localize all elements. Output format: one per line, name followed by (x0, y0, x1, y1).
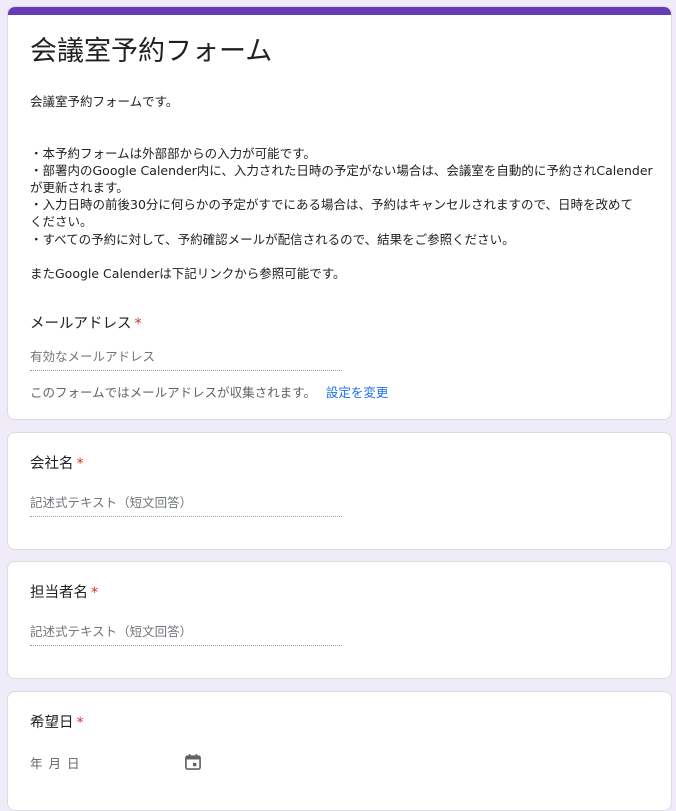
date-label-text: 希望日 (30, 715, 74, 731)
description-line: が更新されます。 (30, 179, 129, 195)
description-intro: 会議室予約フォームです。 (30, 94, 179, 109)
required-mark: * (134, 316, 142, 332)
company-placeholder: 記述式テキスト（短文回答） (30, 495, 193, 510)
company-label-text: 会社名 (30, 456, 74, 472)
date-question-label: 希望日 * (30, 713, 84, 733)
person-placeholder: 記述式テキスト（短文回答） (30, 624, 193, 639)
form-description: 会議室予約フォームです。 ・本予約フォームは外部部からの入力が可能です。 ・部署… (30, 93, 660, 282)
description-line: ・入力日時の前後30分に何らかの予定がすでにある場合は、予約はキャンセルされます… (30, 197, 634, 213)
company-input[interactable]: 記述式テキスト（短文回答） (30, 492, 342, 517)
description-line: ・本予約フォームは外部部からの入力が可能です。 (30, 145, 316, 161)
person-question-label: 担当者名 * (30, 583, 98, 603)
question-card-date: 希望日 * 年 月 日 (7, 691, 672, 811)
email-placeholder: 有効なメールアドレス (30, 349, 156, 364)
email-question-label: メールアドレス * (30, 314, 142, 334)
calendar-icon[interactable] (183, 752, 203, 772)
form-header-card: 会議室予約フォーム 会議室予約フォームです。 ・本予約フォームは外部部からの入力… (7, 6, 672, 420)
email-collect-note: このフォームではメールアドレスが収集されます。 設定を変更 (30, 382, 388, 401)
person-input[interactable]: 記述式テキスト（短文回答） (30, 621, 342, 646)
change-settings-link[interactable]: 設定を変更 (326, 385, 389, 400)
description-line: ください。 (30, 214, 93, 230)
person-label-text: 担当者名 (30, 585, 88, 601)
form-title: 会議室予約フォーム (30, 36, 273, 67)
description-outro: またGoogle Calenderは下記リンクから参照可能です。 (30, 265, 346, 281)
collect-note-text: このフォームではメールアドレスが収集されます。 (30, 385, 316, 400)
company-question-label: 会社名 * (30, 454, 84, 474)
date-input[interactable]: 年 月 日 (30, 753, 80, 772)
required-mark: * (91, 585, 99, 601)
question-card-company: 会社名 * 記述式テキスト（短文回答） (7, 432, 672, 550)
required-mark: * (76, 456, 84, 472)
email-field[interactable]: 有効なメールアドレス (30, 346, 342, 371)
accent-bar (8, 7, 671, 15)
email-label-text: メールアドレス (30, 316, 132, 332)
description-line: ・すべての予約に対して、予約確認メールが配信されるので、結果をご参照ください。 (30, 231, 515, 247)
required-mark: * (76, 715, 84, 731)
description-line: ・部署内のGoogle Calender内に、入力された日時の予定がない場合は、… (30, 162, 653, 178)
question-card-person: 担当者名 * 記述式テキスト（短文回答） (7, 561, 672, 679)
